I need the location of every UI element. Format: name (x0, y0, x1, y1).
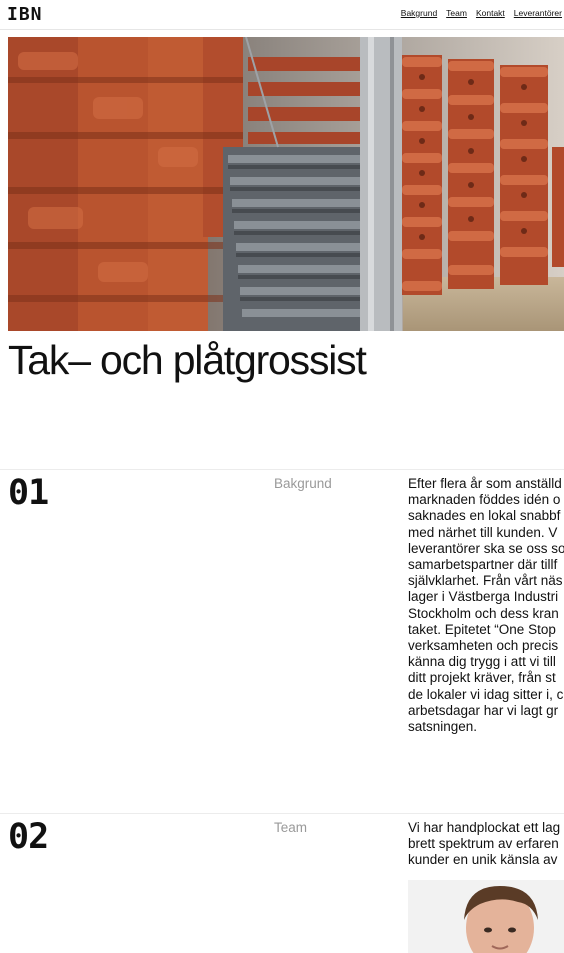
body-line: känna dig trygg i att vi till (408, 654, 556, 670)
nav-link-bakgrund[interactable]: Bakgrund (401, 8, 437, 18)
main-nav: Bakgrund Team Kontakt Leverantörer (401, 8, 562, 18)
body-line: Efter flera år som anställd (408, 476, 562, 491)
section-body-team: Vi har handplockat ett lag brett spektru… (408, 820, 564, 869)
section-divider (0, 469, 564, 470)
body-line: leverantörer ska se oss so (408, 540, 564, 556)
body-line: saknades en lokal snabbf (408, 508, 561, 524)
person-portrait (408, 880, 564, 953)
body-line: de lokaler vi idag sitter i, c (408, 686, 564, 702)
body-line: marknaden föddes idén o (408, 492, 561, 508)
nav-link-kontakt[interactable]: Kontakt (476, 8, 505, 18)
nav-link-team[interactable]: Team (446, 8, 467, 18)
section-number-02: 02 (8, 817, 49, 857)
body-line: arbetsdagar har vi lagt gr (408, 702, 559, 718)
body-line: brett spektrum av erfaren (408, 836, 559, 852)
body-line: kunder en unik känsla av (408, 852, 558, 868)
warehouse-photo (8, 37, 564, 331)
body-line: lager i Västberga Industri (408, 589, 559, 605)
section-label-team: Team (274, 820, 308, 835)
body-line: självklarhet. Från vårt näs (408, 573, 563, 589)
logo[interactable]: IBN (7, 4, 43, 25)
body-line: satsningen. (408, 719, 478, 735)
body-line: med närhet till kunden. V (408, 524, 558, 540)
section-body-bakgrund: Efter flera år som anställd marknaden fö… (408, 476, 564, 735)
body-line: Vi har handplockat ett lag (408, 820, 561, 835)
hero-image (8, 37, 564, 331)
nav-link-leverantorer[interactable]: Leverantörer (514, 8, 562, 18)
page-title: Tak– och plåtgrossist (8, 337, 367, 383)
section-label-bakgrund: Bakgrund (274, 476, 332, 491)
site-header: IBN Bakgrund Team Kontakt Leverantörer (0, 0, 564, 30)
body-line: ditt projekt kräver, från st (408, 670, 556, 686)
body-line: Stockholm och dess kran (408, 605, 559, 621)
body-line: verksamheten och precis (408, 638, 559, 654)
team-member-photo (408, 880, 564, 953)
section-divider (0, 813, 564, 814)
body-line: samarbetspartner där tillf (408, 557, 558, 573)
body-line: taket. Epitetet “One Stop (408, 621, 556, 637)
section-number-01: 01 (8, 473, 49, 513)
